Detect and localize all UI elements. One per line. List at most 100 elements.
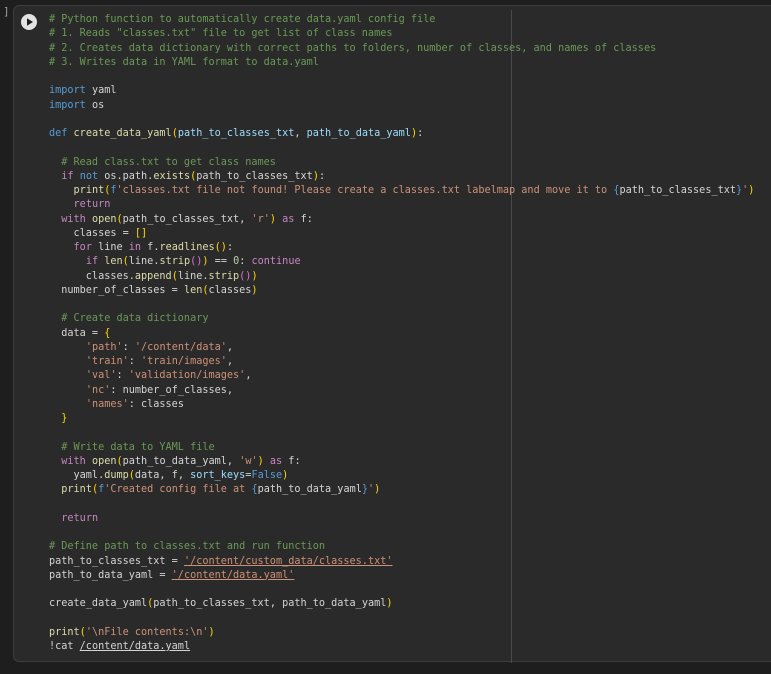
code-token: create_data_yaml xyxy=(73,128,172,139)
code-token: f: xyxy=(294,213,313,225)
code-token: , xyxy=(226,341,234,353)
code-line: with open(path_to_data_yaml, 'w') as f: xyxy=(49,455,754,469)
code-token: () xyxy=(214,242,227,253)
code-token: print xyxy=(73,185,105,196)
code-token: import xyxy=(49,99,86,111)
code-line: import yaml xyxy=(49,84,754,98)
code-token: path_to_classes_txt xyxy=(619,185,736,196)
code-token: ) xyxy=(386,598,393,610)
code-token: line xyxy=(91,242,129,253)
code-line: path_to_data_yaml = '/content/data.yaml' xyxy=(49,569,754,583)
code-token: data = xyxy=(49,327,105,339)
code-token: classes xyxy=(208,284,252,296)
code-token: print xyxy=(49,626,80,638)
code-token: 'classes.txt file not found! Please crea… xyxy=(116,185,614,196)
code-token: append xyxy=(134,270,172,282)
code-line: !cat /content/data.yaml xyxy=(49,640,754,654)
code-token: def xyxy=(49,128,68,139)
code-token: ) xyxy=(251,284,258,296)
code-token: if xyxy=(61,170,74,182)
code-token: create_data_yaml xyxy=(49,598,148,610)
code-token: : xyxy=(116,370,129,382)
code-token: with xyxy=(61,455,86,467)
code-token: exists xyxy=(153,170,191,182)
code-token: : xyxy=(226,242,234,253)
code-line: path_to_classes_txt = '/content/custom_d… xyxy=(49,555,754,569)
code-token: : xyxy=(239,256,252,268)
code-line: for line in f.readlines(): xyxy=(49,241,754,255)
code-token: path_to_data_yaml xyxy=(257,484,362,496)
run-cell-button[interactable] xyxy=(21,14,37,30)
code-token: } xyxy=(61,413,68,424)
code-token: sort_keys xyxy=(190,470,246,481)
code-token: : number_of_classes, xyxy=(110,384,234,396)
code-token: f. xyxy=(141,242,160,253)
code-token: line. xyxy=(177,270,209,282)
code-line: print('\nFile contents:\n') xyxy=(49,626,754,640)
code-token: # 3. Writes data in YAML format to data.… xyxy=(49,56,319,68)
code-line: # 2. Creates data dictionary with correc… xyxy=(49,42,754,56)
code-line: # 1. Reads "classes.txt" file to get lis… xyxy=(49,27,754,41)
code-token: ) xyxy=(374,484,381,496)
code-line: classes.append(line.strip()) xyxy=(49,270,754,284)
code-token: path_to_classes_txt = xyxy=(49,555,184,567)
code-token: () xyxy=(239,270,252,282)
code-token: path_to_classes_txt, xyxy=(122,213,252,225)
code-token: : xyxy=(318,170,326,182)
code-line: if len(line.strip()) == 0: continue xyxy=(49,255,754,269)
code-line: 'train': 'train/images', xyxy=(49,355,754,369)
code-token: in xyxy=(128,242,142,253)
code-token: not xyxy=(79,170,99,182)
code-token: classes = xyxy=(49,227,135,239)
code-token: path_to_classes_txt xyxy=(177,128,295,139)
code-line: def create_data_yaml(path_to_classes_txt… xyxy=(49,127,754,141)
code-token: yaml. xyxy=(49,470,105,481)
code-token: return xyxy=(73,199,111,211)
code-token: : xyxy=(122,341,135,353)
code-line: create_data_yaml(path_to_classes_txt, pa… xyxy=(49,597,754,611)
code-editor[interactable]: # Python function to automatically creat… xyxy=(49,13,754,654)
code-token: # Define path to classes.txt and run fun… xyxy=(49,541,326,553)
code-line: 'val': 'validation/images', xyxy=(49,369,754,383)
code-token: !cat xyxy=(49,641,80,652)
code-token: data, f, xyxy=(134,470,191,481)
code-line: print(f'classes.txt file not found! Plea… xyxy=(49,184,755,198)
code-token: 'nc' xyxy=(85,384,111,396)
code-token: ) xyxy=(282,470,289,481)
code-token: strip xyxy=(208,270,240,282)
code-token: strip xyxy=(159,256,191,268)
code-token: # 2. Creates data dictionary with correc… xyxy=(49,42,657,54)
code-token: path_to_classes_txt, path_to_data_yaml xyxy=(153,598,387,610)
code-token: False xyxy=(251,470,283,481)
code-token: # Create data dictionary xyxy=(49,313,209,325)
code-line: } xyxy=(49,412,754,426)
code-token: : xyxy=(417,128,424,139)
code-token: () xyxy=(190,256,203,268)
code-token: 'Created config file at xyxy=(104,484,252,496)
code-token: open xyxy=(91,455,117,467)
code-line: 'nc': number_of_classes, xyxy=(49,384,754,398)
code-token: f: xyxy=(282,455,301,467)
code-token: '/content/custom_data/classes.txt' xyxy=(183,555,393,567)
code-token: readlines xyxy=(159,242,215,253)
code-token: , xyxy=(245,370,252,382)
code-token: '\nFile contents:\n' xyxy=(85,626,209,638)
code-token: ) xyxy=(748,185,755,196)
code-token: import xyxy=(49,85,86,97)
code-line: import os xyxy=(49,99,754,113)
code-line: return xyxy=(49,512,754,526)
